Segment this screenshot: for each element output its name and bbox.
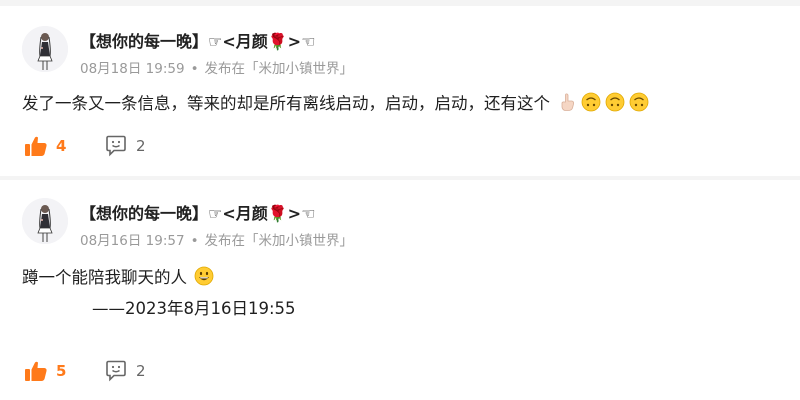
post-body: 蹲一个能陪我聊天的人 [22, 268, 187, 287]
username[interactable]: 【想你的每一晚】☞<月颜🌹>☜ [80, 200, 315, 224]
thumbs-up-icon [25, 136, 47, 156]
comment-button[interactable]: 2 [104, 360, 146, 382]
like-count: 4 [56, 137, 67, 155]
avatar-figure-icon [22, 26, 68, 72]
comment-count: 2 [136, 137, 146, 155]
upside-down-face-icon [605, 92, 625, 112]
like-button[interactable]: 4 [24, 135, 104, 157]
post-feed: 【想你的每一晚】☞<月颜🌹>☜ 08月18日 19:59 • 发布在「米加小镇世界」… [0, 0, 800, 400]
avatar-figure-icon [22, 198, 68, 244]
upside-down-face-icon [581, 92, 601, 112]
like-button[interactable]: 5 [24, 360, 104, 382]
meta-separator: • [190, 233, 199, 249]
published-in-link[interactable]: 发布在「米加小镇世界」 [205, 61, 354, 77]
post-meta: 08月16日 19:57 • 发布在「米加小镇世界」 [80, 229, 353, 249]
thumbs-up-icon [25, 361, 47, 381]
upside-down-face-icon [629, 92, 649, 112]
post-text: 蹲一个能陪我聊天的人 [22, 264, 218, 288]
comment-count: 2 [136, 362, 146, 380]
post-actions: 5 2 [24, 359, 146, 383]
avatar[interactable] [22, 26, 68, 72]
post-card[interactable]: 【想你的每一晚】☞<月颜🌹>☜ 08月16日 19:57 • 发布在「米加小镇世界」… [0, 180, 800, 400]
pointing-down-hand-icon [561, 93, 575, 111]
post-card[interactable]: 【想你的每一晚】☞<月颜🌹>☜ 08月18日 19:59 • 发布在「米加小镇世界」… [0, 6, 800, 176]
comment-bubble-icon [106, 360, 126, 382]
comment-button[interactable]: 2 [104, 135, 146, 157]
post-actions: 4 2 [24, 134, 146, 158]
like-count: 5 [56, 362, 67, 380]
meta-separator: • [190, 61, 199, 77]
post-meta: 08月18日 19:59 • 发布在「米加小镇世界」 [80, 57, 353, 77]
post-date: 08月18日 19:59 [80, 61, 185, 77]
post-date: 08月16日 19:57 [80, 233, 185, 249]
post-signature: ——2023年8月16日19:55 [92, 299, 296, 318]
published-in-link[interactable]: 发布在「米加小镇世界」 [205, 233, 354, 249]
post-body: 发了一条又一条信息，等来的却是所有离线启动，启动，启动，还有这个 [22, 94, 550, 113]
comment-bubble-icon [106, 135, 126, 157]
emoji-row [557, 92, 653, 112]
emoji-row [194, 266, 218, 286]
avatar[interactable] [22, 198, 68, 244]
grinning-face-icon [194, 266, 214, 286]
username[interactable]: 【想你的每一晚】☞<月颜🌹>☜ [80, 28, 315, 52]
post-text: 发了一条又一条信息，等来的却是所有离线启动，启动，启动，还有这个 [22, 90, 653, 114]
